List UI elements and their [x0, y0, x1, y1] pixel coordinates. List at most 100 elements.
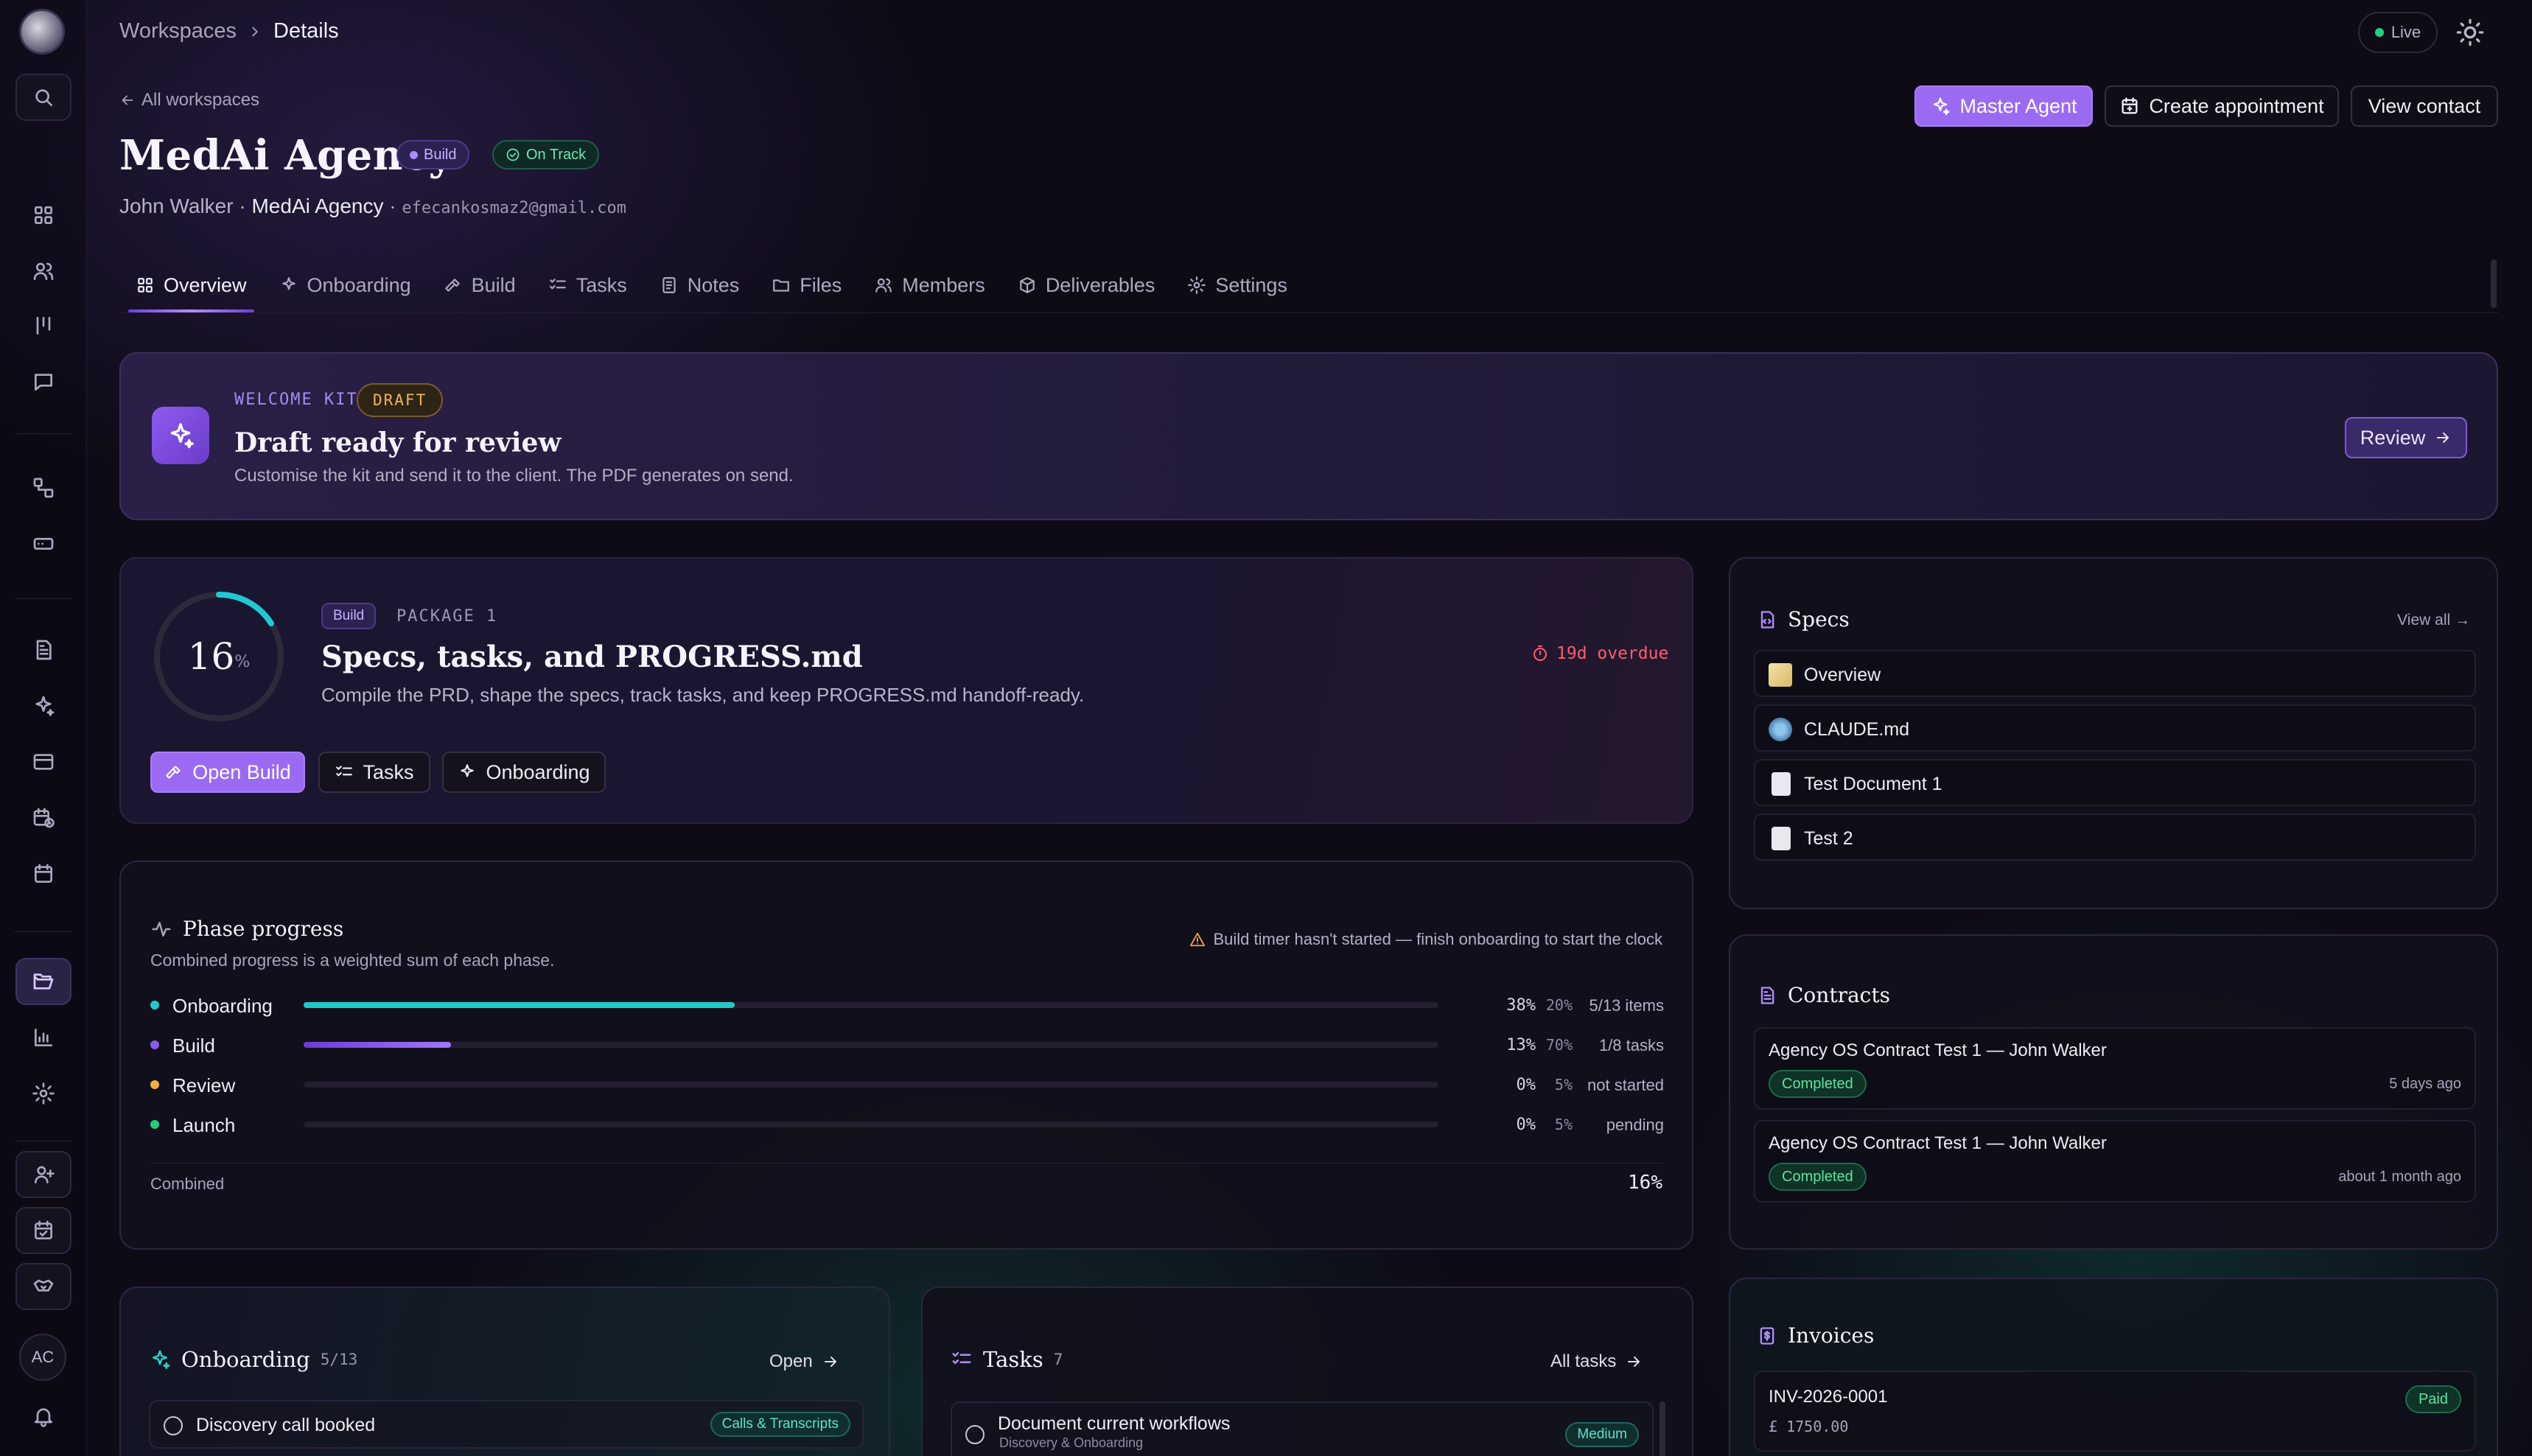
checkbox-circle[interactable] — [164, 1416, 183, 1435]
package-phase-badge: Build — [321, 603, 377, 629]
page-icon — [1772, 772, 1791, 796]
status-badge: Paid — [2405, 1385, 2461, 1413]
search-button[interactable] — [15, 74, 71, 121]
tab-deliverables[interactable]: Deliverables — [1001, 259, 1172, 311]
phase-progress-fill — [304, 1042, 452, 1048]
tab-notes[interactable]: Notes — [643, 259, 756, 311]
partners-button[interactable] — [15, 1263, 71, 1310]
contracts-card: Contracts Agency OS Contract Test 1 — Jo… — [1729, 934, 2498, 1250]
phase-percent: 0% — [1516, 1076, 1536, 1094]
calendar-icon — [35, 864, 52, 883]
arrow-right-icon — [2437, 433, 2449, 443]
tab-tasks[interactable]: Tasks — [532, 259, 643, 311]
booking-button[interactable] — [15, 1207, 71, 1254]
arrow-left-icon — [122, 95, 133, 105]
master-agent-button[interactable]: Master Agent — [1914, 85, 2093, 127]
scrollbar-thumb[interactable] — [2491, 259, 2497, 308]
nav-billing[interactable] — [15, 738, 71, 785]
view-contact-button[interactable]: View contact — [2351, 85, 2498, 127]
theme-toggle[interactable] — [2455, 18, 2485, 47]
list-item[interactable]: INV-2026-0001 £ 1750.00 Paid — [1754, 1371, 2476, 1452]
nav-documents[interactable] — [15, 626, 71, 673]
tab-overview[interactable]: Overview — [119, 259, 263, 312]
list-item[interactable]: Test Document 1 — [1754, 759, 2476, 806]
calendar-clock-icon — [33, 808, 55, 828]
scrollbar-thumb[interactable] — [1660, 1401, 1665, 1456]
tab-label: Notes — [687, 273, 740, 296]
sparkles-icon — [170, 423, 194, 449]
calendar-check-icon — [35, 1220, 52, 1239]
open-build-button[interactable]: Open Build — [150, 752, 305, 793]
priority-badge: Medium — [1565, 1422, 1639, 1447]
hammer-icon — [166, 766, 181, 779]
create-appointment-button[interactable]: Create appointment — [2105, 85, 2339, 127]
tab-label: Files — [800, 273, 842, 296]
nav-workflows[interactable] — [15, 464, 71, 511]
phase-detail: 5/13 items — [1589, 996, 1665, 1015]
tasks-button[interactable]: Tasks — [318, 752, 430, 793]
separator: · — [239, 195, 246, 217]
nav-dashboard[interactable] — [15, 192, 71, 239]
draft-badge: DRAFT — [357, 383, 444, 417]
invoices-title: Invoices — [1788, 1323, 1875, 1348]
tab-members[interactable]: Members — [858, 259, 1001, 311]
notifications-button[interactable] — [15, 1393, 71, 1440]
phase-name: Onboarding — [172, 995, 273, 1017]
handshake-icon — [33, 1279, 54, 1292]
contact-email[interactable]: efecankosmaz2@gmail.com — [402, 199, 626, 217]
table-row[interactable]: Document current workflows Discovery & O… — [951, 1401, 1654, 1456]
nav-messages[interactable] — [15, 358, 71, 405]
nav-analytics[interactable] — [15, 1014, 71, 1061]
user-plus-icon — [35, 1166, 55, 1183]
app-logo[interactable] — [19, 9, 65, 55]
users-icon — [875, 278, 892, 293]
welcome-kit-banner: WELCOME KIT DRAFT Draft ready for review… — [119, 352, 2498, 520]
invoice-icon — [1760, 1326, 1774, 1345]
list-item[interactable]: Agency OS Contract Test 1 — John Walker … — [1754, 1120, 2476, 1203]
nav-settings[interactable] — [15, 1070, 71, 1117]
breadcrumb-workspaces[interactable]: Workspaces — [119, 19, 237, 43]
list-item[interactable]: Overview — [1754, 650, 2476, 697]
phase-dot — [150, 1120, 159, 1129]
onboarding-button[interactable]: Onboarding — [442, 752, 606, 793]
contact-name[interactable]: John Walker — [119, 195, 234, 217]
nav-pipeline[interactable] — [15, 302, 71, 349]
tab-settings[interactable]: Settings — [1171, 259, 1304, 311]
nav-ai[interactable] — [15, 682, 71, 729]
avatar[interactable]: AC — [19, 1334, 66, 1381]
task-checkbox[interactable] — [965, 1425, 985, 1444]
phase-name: Review — [172, 1074, 236, 1096]
timer-icon — [1533, 645, 1547, 661]
nav-schedule[interactable] — [15, 794, 71, 841]
live-status-pill[interactable]: Live — [2358, 12, 2438, 53]
specs-view-all-link[interactable]: View all → — [2397, 612, 2470, 629]
robot-icon — [1769, 718, 1792, 741]
progress-ring-label: 16 % — [149, 587, 289, 727]
welcome-kit-icon — [152, 407, 209, 464]
nav-contacts[interactable] — [15, 248, 71, 295]
invoices-heading: Invoices — [1757, 1323, 1874, 1348]
list-item[interactable]: CLAUDE.md — [1754, 704, 2476, 752]
onboarding-card-heading: Onboarding 5/13 — [149, 1347, 357, 1372]
tab-onboarding[interactable]: Onboarding — [263, 259, 427, 311]
add-user-button[interactable] — [15, 1151, 71, 1198]
nav-forms[interactable] — [15, 520, 71, 567]
build-badge-label: Build — [424, 146, 457, 163]
tab-files[interactable]: Files — [755, 259, 858, 311]
list-item[interactable]: Test 2 — [1754, 813, 2476, 861]
onboarding-open-link[interactable]: Open — [769, 1351, 839, 1372]
arrow-right-icon — [1628, 1357, 1640, 1367]
nav-workspaces[interactable] — [15, 958, 71, 1005]
all-tasks-link[interactable]: All tasks — [1550, 1351, 1643, 1372]
list-item[interactable]: Discovery call booked Calls & Transcript… — [149, 1400, 864, 1449]
tab-label: Deliverables — [1045, 273, 1155, 296]
contract-time: about 1 month ago — [2338, 1169, 2461, 1185]
back-to-workspaces-link[interactable]: All workspaces — [119, 90, 259, 111]
credit-card-icon — [33, 754, 54, 770]
review-button[interactable]: Review — [2345, 417, 2467, 458]
nav-calendar[interactable] — [15, 850, 71, 897]
list-item[interactable]: Agency OS Contract Test 1 — John Walker … — [1754, 1027, 2476, 1110]
tab-build[interactable]: Build — [427, 259, 532, 311]
view-contact-label: View contact — [2368, 94, 2481, 117]
sparkles-icon — [1934, 97, 1950, 116]
